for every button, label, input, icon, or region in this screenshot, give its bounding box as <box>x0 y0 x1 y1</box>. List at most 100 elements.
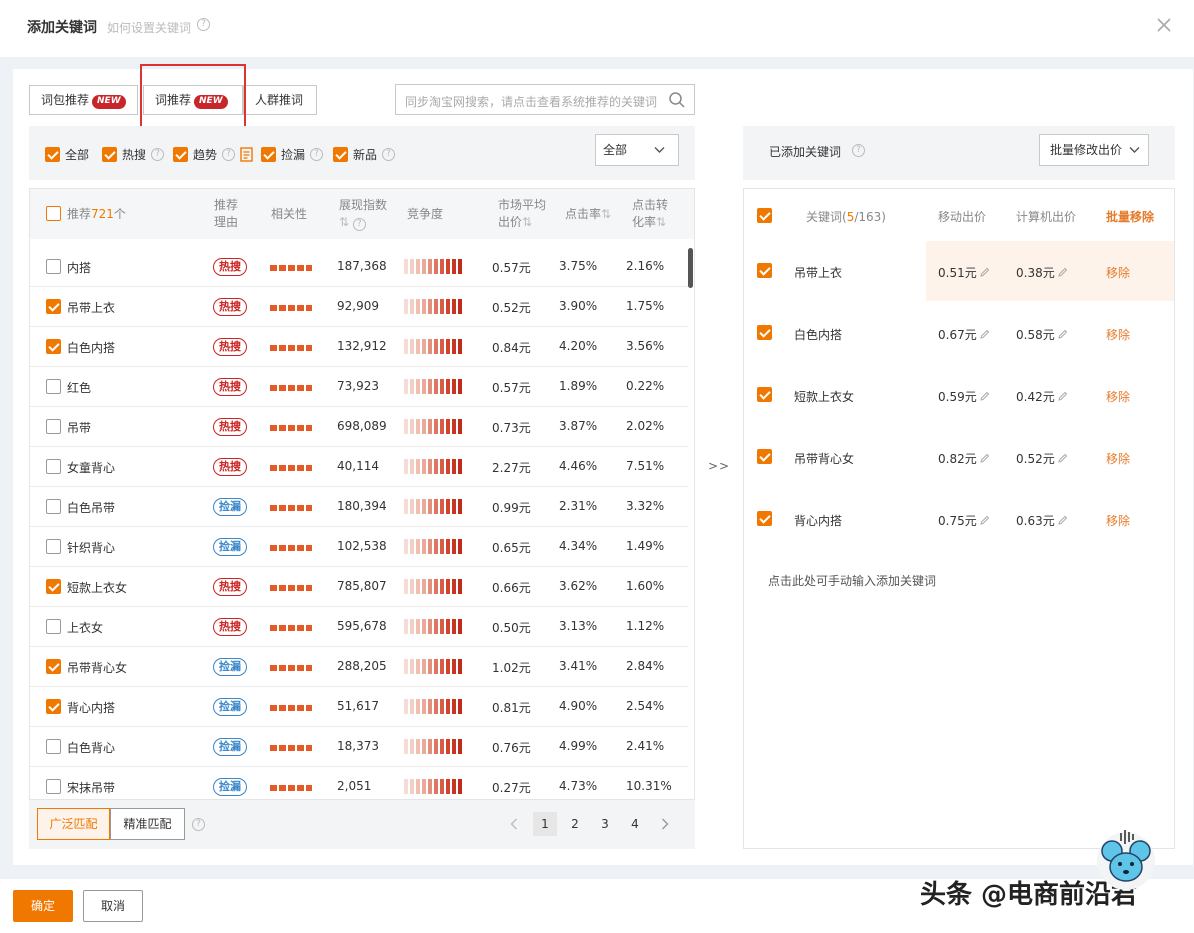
cvr-header[interactable]: 点击转 化率⇅ <box>632 197 668 231</box>
table-row[interactable]: 宋抹吊带 捡漏 2,051 0.27元 4.73% 10.31% <box>30 767 688 799</box>
filter-miss[interactable]: 捡漏? <box>261 145 324 163</box>
table-row[interactable]: 针织背心 捡漏 102,538 0.65元 4.34% 1.49% <box>30 527 688 567</box>
filter-select[interactable]: 全部 <box>595 134 679 166</box>
question-circle-icon[interactable]: ? <box>151 147 165 161</box>
table-row[interactable]: 吊带上衣 热搜 92,909 0.52元 3.90% 1.75% <box>30 287 688 327</box>
checkbox[interactable] <box>261 146 276 162</box>
edit-pencil-icon[interactable] <box>979 515 990 526</box>
row-checkbox[interactable] <box>757 449 772 464</box>
checkbox[interactable] <box>333 146 348 162</box>
confirm-button[interactable]: 确定 <box>13 890 73 922</box>
added-keyword-row[interactable]: 白色内搭 0.67元 0.58元 移除 <box>744 303 1174 363</box>
table-row[interactable]: 短款上衣女 热搜 785,807 0.66元 3.62% 1.60% <box>30 567 688 607</box>
filter-trend[interactable]: 趋势? <box>173 145 254 163</box>
row-checkbox[interactable] <box>46 459 61 474</box>
row-checkbox-wrap[interactable] <box>757 325 772 343</box>
filter-hot[interactable]: 热搜? <box>102 145 165 163</box>
document-icon[interactable] <box>240 146 254 162</box>
row-checkbox[interactable] <box>46 339 61 354</box>
close-icon[interactable] <box>1155 16 1173 34</box>
table-row[interactable]: 吊带 热搜 698,089 0.73元 3.87% 2.02% <box>30 407 688 447</box>
search-icon[interactable] <box>668 91 686 109</box>
pc-bid-value[interactable]: 0.52元 <box>1016 450 1068 467</box>
row-checkbox[interactable] <box>46 579 61 594</box>
row-checkbox-wrap[interactable] <box>46 539 61 557</box>
table-row[interactable]: 白色吊带 捡漏 180,394 0.99元 2.31% 3.32% <box>30 487 688 527</box>
pc-bid-value[interactable]: 0.63元 <box>1016 512 1068 529</box>
row-checkbox-wrap[interactable] <box>46 419 61 437</box>
pc-bid-value[interactable]: 0.42元 <box>1016 388 1068 405</box>
row-checkbox[interactable] <box>46 379 61 394</box>
edit-pencil-icon[interactable] <box>979 453 990 464</box>
help-link[interactable]: 如何设置关键词 <box>107 19 191 36</box>
manual-add-link[interactable]: 点击此处可手动输入添加关键词 <box>768 572 936 589</box>
pc-bid-value[interactable]: 0.38元 <box>1016 264 1068 281</box>
tab-word-package[interactable]: 词包推荐 NEW <box>29 85 138 115</box>
row-checkbox[interactable] <box>46 539 61 554</box>
avg-bid-header[interactable]: 市场平均 出价⇅ <box>498 197 546 231</box>
row-checkbox-wrap[interactable] <box>46 739 61 757</box>
table-row[interactable]: 内搭 热搜 187,368 0.57元 3.75% 2.16% <box>30 247 688 287</box>
row-checkbox[interactable] <box>46 499 61 514</box>
row-checkbox-wrap[interactable] <box>46 339 61 357</box>
edit-pencil-icon[interactable] <box>979 267 990 278</box>
remove-link[interactable]: 移除 <box>1106 264 1130 281</box>
row-checkbox[interactable] <box>757 325 772 340</box>
question-circle-icon[interactable]: ? <box>382 147 396 161</box>
chevron-left-icon[interactable] <box>510 818 518 830</box>
edit-pencil-icon[interactable] <box>1057 329 1068 340</box>
mobile-bid-value[interactable]: 0.82元 <box>938 450 990 467</box>
added-keyword-row[interactable]: 背心内搭 0.75元 0.63元 移除 <box>744 489 1174 549</box>
page-1[interactable]: 1 <box>533 812 557 836</box>
table-row[interactable]: 吊带背心女 捡漏 288,205 1.02元 3.41% 2.84% <box>30 647 688 687</box>
mascot-mouse-icon[interactable] <box>1095 825 1157 891</box>
mobile-bid-value[interactable]: 0.75元 <box>938 512 990 529</box>
bulk-bid-dropdown[interactable]: 批量修改出价 <box>1039 134 1149 166</box>
select-all-checkbox[interactable] <box>46 206 61 221</box>
edit-pencil-icon[interactable] <box>1057 453 1068 464</box>
question-circle-icon[interactable]: ? <box>310 147 324 161</box>
row-checkbox-wrap[interactable] <box>46 579 61 597</box>
row-checkbox[interactable] <box>757 387 772 402</box>
mobile-bid-value[interactable]: 0.67元 <box>938 326 990 343</box>
row-checkbox[interactable] <box>46 779 61 794</box>
edit-pencil-icon[interactable] <box>1057 391 1068 402</box>
row-checkbox-wrap[interactable] <box>757 449 772 467</box>
select-all-added-checkbox[interactable] <box>757 208 772 223</box>
question-circle-icon[interactable]: ? <box>192 818 205 831</box>
row-checkbox[interactable] <box>757 511 772 526</box>
row-checkbox[interactable] <box>46 659 61 674</box>
tab-crowd-recommend[interactable]: 人群推词 <box>243 85 317 115</box>
row-checkbox-wrap[interactable] <box>46 299 61 317</box>
edit-pencil-icon[interactable] <box>979 391 990 402</box>
chevron-right-icon[interactable] <box>661 818 669 830</box>
checkbox[interactable] <box>102 146 117 162</box>
row-checkbox-wrap[interactable] <box>757 511 772 529</box>
exact-match-button[interactable]: 精准匹配 <box>110 808 185 840</box>
remove-link[interactable]: 移除 <box>1106 512 1130 529</box>
table-row[interactable]: 白色内搭 热搜 132,912 0.84元 4.20% 3.56% <box>30 327 688 367</box>
question-circle-icon[interactable]: ? <box>852 144 865 157</box>
row-checkbox-wrap[interactable] <box>46 379 61 397</box>
table-row[interactable]: 白色背心 捡漏 18,373 0.76元 4.99% 2.41% <box>30 727 688 767</box>
cancel-button[interactable]: 取消 <box>83 890 143 922</box>
row-checkbox-wrap[interactable] <box>757 263 772 281</box>
added-keyword-row[interactable]: 吊带上衣 0.51元 0.38元 移除 <box>744 241 1174 301</box>
row-checkbox[interactable] <box>46 419 61 434</box>
bulk-remove-link[interactable]: 批量移除 <box>1106 208 1154 225</box>
table-row[interactable]: 上衣女 热搜 595,678 0.50元 3.13% 1.12% <box>30 607 688 647</box>
checkbox[interactable] <box>173 146 188 162</box>
row-checkbox-wrap[interactable] <box>46 459 61 477</box>
filter-all[interactable]: 全部 <box>45 145 89 163</box>
impressions-header[interactable]: 展现指数 ⇅ ? <box>339 197 387 231</box>
filter-new[interactable]: 新品? <box>333 145 396 163</box>
table-row[interactable]: 女童背心 热搜 40,114 2.27元 4.46% 7.51% <box>30 447 688 487</box>
row-checkbox-wrap[interactable] <box>46 699 61 717</box>
keyword-search-input[interactable]: 同步淘宝网搜索，请点击查看系统推荐的关键词 <box>395 84 695 115</box>
broad-match-button[interactable]: 广泛匹配 <box>37 808 110 840</box>
table-row[interactable]: 背心内搭 捡漏 51,617 0.81元 4.90% 2.54% <box>30 687 688 727</box>
row-checkbox-wrap[interactable] <box>46 619 61 637</box>
edit-pencil-icon[interactable] <box>1057 515 1068 526</box>
row-checkbox[interactable] <box>46 299 61 314</box>
row-checkbox[interactable] <box>46 619 61 634</box>
